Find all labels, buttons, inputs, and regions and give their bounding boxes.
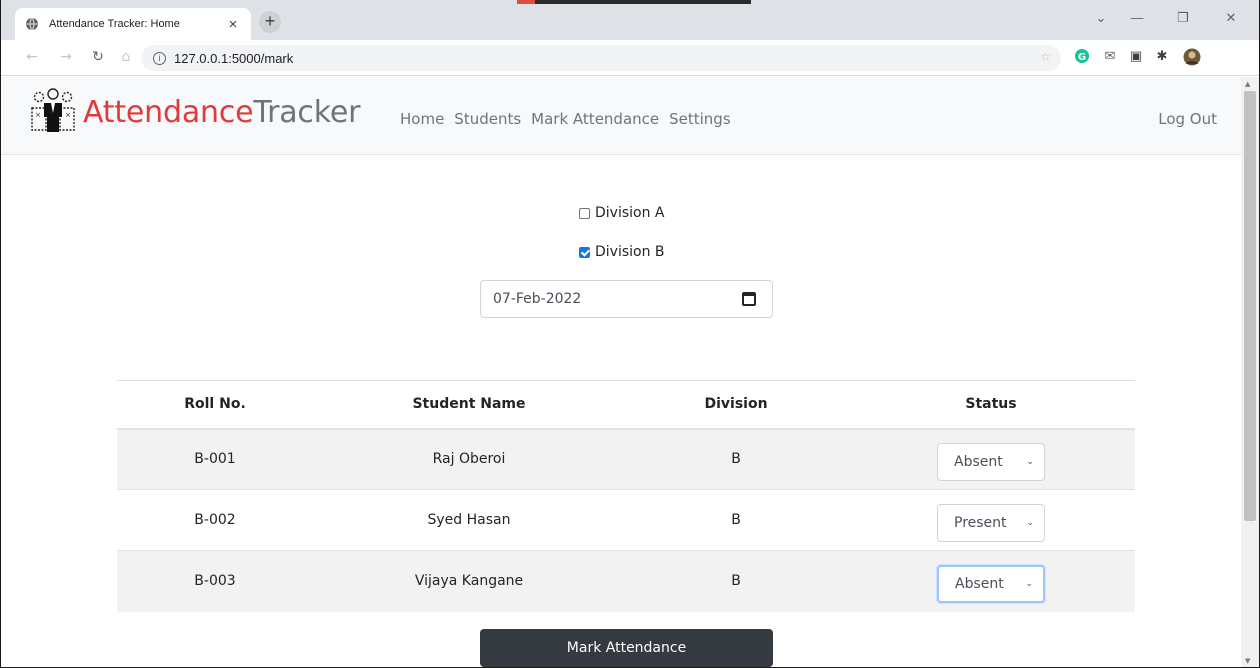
brand-title[interactable]: AttendanceTracker xyxy=(83,95,360,130)
header-division: Division xyxy=(625,380,847,430)
nav-link-mark-attendance[interactable]: Mark Attendance xyxy=(531,110,659,128)
cell-roll: B-002 xyxy=(117,489,313,551)
app-navbar: × × AttendanceTracker Home Students Mark… xyxy=(1,77,1241,155)
close-icon[interactable]: × xyxy=(225,16,241,33)
grammarly-icon[interactable]: G xyxy=(1073,48,1091,66)
home-icon[interactable]: ⌂ xyxy=(117,49,135,65)
attendance-table: Roll No. Student Name Division Status B-… xyxy=(117,380,1135,612)
new-tab-button[interactable]: + xyxy=(259,11,281,33)
minimize-button[interactable]: — xyxy=(1127,10,1147,25)
header-student-name: Student Name xyxy=(313,380,625,430)
division-b-label: Division B xyxy=(595,244,665,260)
division-a-option[interactable]: Division A xyxy=(579,205,665,221)
page-scrollbar[interactable]: ▲ ▼ xyxy=(1241,77,1259,667)
cell-status: Present ⌄ xyxy=(847,489,1135,551)
reload-icon[interactable]: ↻ xyxy=(89,49,107,65)
status-select[interactable]: Present ⌄ xyxy=(937,504,1045,542)
scroll-down-icon[interactable]: ▼ xyxy=(1245,657,1250,665)
table-row: B-001 Raj Oberoi B Absent ⌄ xyxy=(117,428,1135,490)
cell-status: Absent ⌄ xyxy=(847,550,1135,612)
close-window-button[interactable]: ✕ xyxy=(1221,10,1241,26)
cell-division: B xyxy=(625,428,847,490)
status-value: Present xyxy=(954,515,1007,531)
cell-roll: B-003 xyxy=(117,550,313,612)
cell-status: Absent ⌄ xyxy=(847,428,1135,490)
chevron-down-icon: ⌄ xyxy=(1025,579,1033,590)
nav-link-students[interactable]: Students xyxy=(454,110,521,128)
back-icon[interactable]: ← xyxy=(23,49,41,65)
svg-text:×: × xyxy=(35,111,41,119)
mark-attendance-button[interactable]: Mark Attendance xyxy=(480,629,773,667)
forward-icon[interactable]: → xyxy=(57,49,75,65)
svg-text:×: × xyxy=(65,111,71,119)
address-bar[interactable]: i 127.0.0.1:5000/mark ☆ xyxy=(141,45,1061,71)
brand-part-attendance: Attendance xyxy=(83,95,254,130)
division-a-label: Division A xyxy=(595,205,665,221)
svg-text:G: G xyxy=(1078,52,1086,63)
web-page: × × AttendanceTracker Home Students Mark… xyxy=(1,77,1241,667)
globe-icon xyxy=(26,17,38,31)
status-select[interactable]: Absent ⌄ xyxy=(937,443,1045,482)
scroll-thumb[interactable] xyxy=(1244,91,1256,521)
table-row: B-003 Vijaya Kangane B Absent ⌄ xyxy=(117,550,1135,612)
mail-icon[interactable]: ✉ xyxy=(1101,48,1119,66)
scroll-up-icon[interactable]: ▲ xyxy=(1245,80,1250,88)
browser-titlebar: Attendance Tracker: Home × + ⌄ — ❐ ✕ xyxy=(1,0,1259,40)
bookmark-star-icon[interactable]: ☆ xyxy=(1040,50,1051,64)
avatar[interactable] xyxy=(1183,48,1201,66)
url-text: 127.0.0.1:5000/mark xyxy=(174,50,294,66)
division-a-checkbox[interactable] xyxy=(579,207,590,219)
info-icon[interactable]: i xyxy=(153,51,166,65)
attendance-logo-icon[interactable]: × × xyxy=(29,86,77,134)
header-roll-no: Roll No. xyxy=(117,380,313,430)
calendar-icon[interactable] xyxy=(742,292,756,306)
tab-title: Attendance Tracker: Home xyxy=(49,18,180,30)
cell-name: Raj Oberoi xyxy=(313,428,625,490)
cell-roll: B-001 xyxy=(117,428,313,490)
status-value: Absent xyxy=(955,576,1004,593)
nav-links: Home Students Mark Attendance Settings xyxy=(400,110,741,128)
table-row: B-002 Syed Hasan B Present ⌄ xyxy=(117,489,1135,551)
puzzle-icon[interactable]: ✱ xyxy=(1153,48,1171,66)
chevron-down-icon: ⌄ xyxy=(1026,518,1034,528)
date-value: 07-Feb-2022 xyxy=(493,291,582,307)
cell-name: Vijaya Kangane xyxy=(313,550,625,612)
date-input[interactable]: 07-Feb-2022 xyxy=(480,280,773,318)
window-indicator xyxy=(517,0,751,4)
status-select[interactable]: Absent ⌄ xyxy=(937,565,1045,604)
nav-link-home[interactable]: Home xyxy=(400,110,444,128)
nav-link-settings[interactable]: Settings xyxy=(669,110,731,128)
browser-toolbar: ← → ↻ ⌂ i 127.0.0.1:5000/mark ☆ xyxy=(1,40,1259,76)
brand-part-tracker: Tracker xyxy=(253,95,361,130)
chevron-down-icon: ⌄ xyxy=(1026,457,1034,468)
extension-square-icon[interactable]: ▣ xyxy=(1127,48,1145,66)
browser-window: Attendance Tracker: Home × + ⌄ — ❐ ✕ ← →… xyxy=(0,0,1260,668)
status-value: Absent xyxy=(954,454,1003,471)
browser-tab[interactable]: Attendance Tracker: Home × xyxy=(15,8,251,40)
cell-division: B xyxy=(625,550,847,612)
table-header-row: Roll No. Student Name Division Status xyxy=(117,380,1135,430)
cell-name: Syed Hasan xyxy=(313,489,625,551)
cell-division: B xyxy=(625,489,847,551)
division-b-checkbox[interactable] xyxy=(579,246,590,258)
division-b-option[interactable]: Division B xyxy=(579,244,665,260)
header-status: Status xyxy=(847,380,1135,430)
restore-button[interactable]: ❐ xyxy=(1173,10,1193,26)
logout-link[interactable]: Log Out xyxy=(1158,110,1217,128)
chevron-down-icon[interactable]: ⌄ xyxy=(1091,10,1111,26)
